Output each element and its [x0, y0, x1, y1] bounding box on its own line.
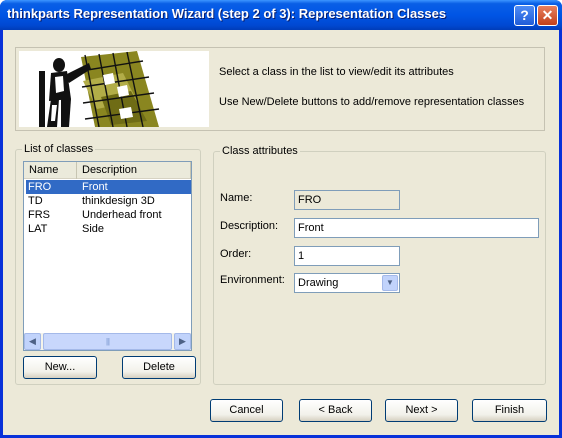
- list-of-classes-label: List of classes: [22, 143, 96, 155]
- scroll-left-icon[interactable]: ◀: [24, 333, 41, 350]
- description-field[interactable]: Front: [294, 218, 539, 238]
- title-bar[interactable]: thinkparts Representation Wizard (step 2…: [0, 0, 562, 30]
- chevron-down-icon[interactable]: ▼: [382, 275, 398, 291]
- back-button[interactable]: < Back: [299, 399, 372, 422]
- row-description: Side: [82, 223, 105, 235]
- list-row-frs[interactable]: FRS Underhead front: [26, 208, 191, 222]
- dialog-body: Select a class in the list to view/edit …: [3, 30, 559, 435]
- window-title: thinkparts Representation Wizard (step 2…: [7, 6, 447, 21]
- row-name: FRS: [28, 209, 50, 221]
- environment-label: Environment:: [220, 274, 285, 286]
- horizontal-scrollbar[interactable]: ◀ ||| ▶: [24, 333, 191, 350]
- help-button[interactable]: ?: [514, 5, 535, 26]
- column-header-name[interactable]: Name: [24, 162, 77, 179]
- scroll-right-icon[interactable]: ▶: [174, 333, 191, 350]
- close-icon: ✕: [541, 7, 554, 23]
- next-button[interactable]: Next >: [385, 399, 458, 422]
- new-button[interactable]: New...: [23, 356, 97, 379]
- class-attributes-label: Class attributes: [220, 145, 300, 157]
- list-row-td[interactable]: TD thinkdesign 3D: [26, 194, 191, 208]
- close-button[interactable]: ✕: [537, 5, 558, 26]
- name-label: Name:: [220, 192, 253, 204]
- banner-instruction-2: Use New/Delete buttons to add/remove rep…: [219, 96, 525, 108]
- row-description: Underhead front: [82, 209, 162, 221]
- class-attributes-group: Class attributes Name: FRO Description: …: [213, 145, 546, 385]
- order-label: Order:: [220, 248, 252, 260]
- list-of-classes-group: List of classes Name Description FRO Fro…: [15, 143, 201, 385]
- wizard-illustration-graphic: [19, 51, 209, 127]
- help-icon: ?: [520, 7, 529, 23]
- banner-instruction-1: Select a class in the list to view/edit …: [219, 66, 454, 78]
- description-label: Description:: [220, 220, 279, 232]
- classes-listview[interactable]: Name Description FRO Front TD thinkdesig…: [23, 161, 192, 351]
- environment-dropdown[interactable]: Drawing ▼: [294, 273, 400, 293]
- wizard-illustration: [19, 51, 209, 127]
- row-description: Front: [82, 181, 108, 193]
- environment-value: Drawing: [298, 277, 339, 289]
- row-name: LAT: [28, 223, 48, 235]
- order-field[interactable]: 1: [294, 246, 400, 266]
- row-name: TD: [28, 195, 43, 207]
- finish-button[interactable]: Finish: [472, 399, 547, 422]
- delete-button[interactable]: Delete: [122, 356, 196, 379]
- cancel-button[interactable]: Cancel: [210, 399, 283, 422]
- listview-header: Name Description: [24, 162, 191, 179]
- column-header-description[interactable]: Description: [77, 162, 191, 179]
- row-name: FRO: [28, 181, 52, 193]
- name-field: FRO: [294, 190, 400, 210]
- list-row-fro[interactable]: FRO Front: [26, 180, 191, 194]
- wizard-window: thinkparts Representation Wizard (step 2…: [0, 0, 562, 438]
- list-row-lat[interactable]: LAT Side: [26, 222, 191, 236]
- scrollbar-thumb[interactable]: |||: [43, 333, 172, 350]
- row-description: thinkdesign 3D: [82, 195, 155, 207]
- wizard-banner: Select a class in the list to view/edit …: [15, 47, 545, 131]
